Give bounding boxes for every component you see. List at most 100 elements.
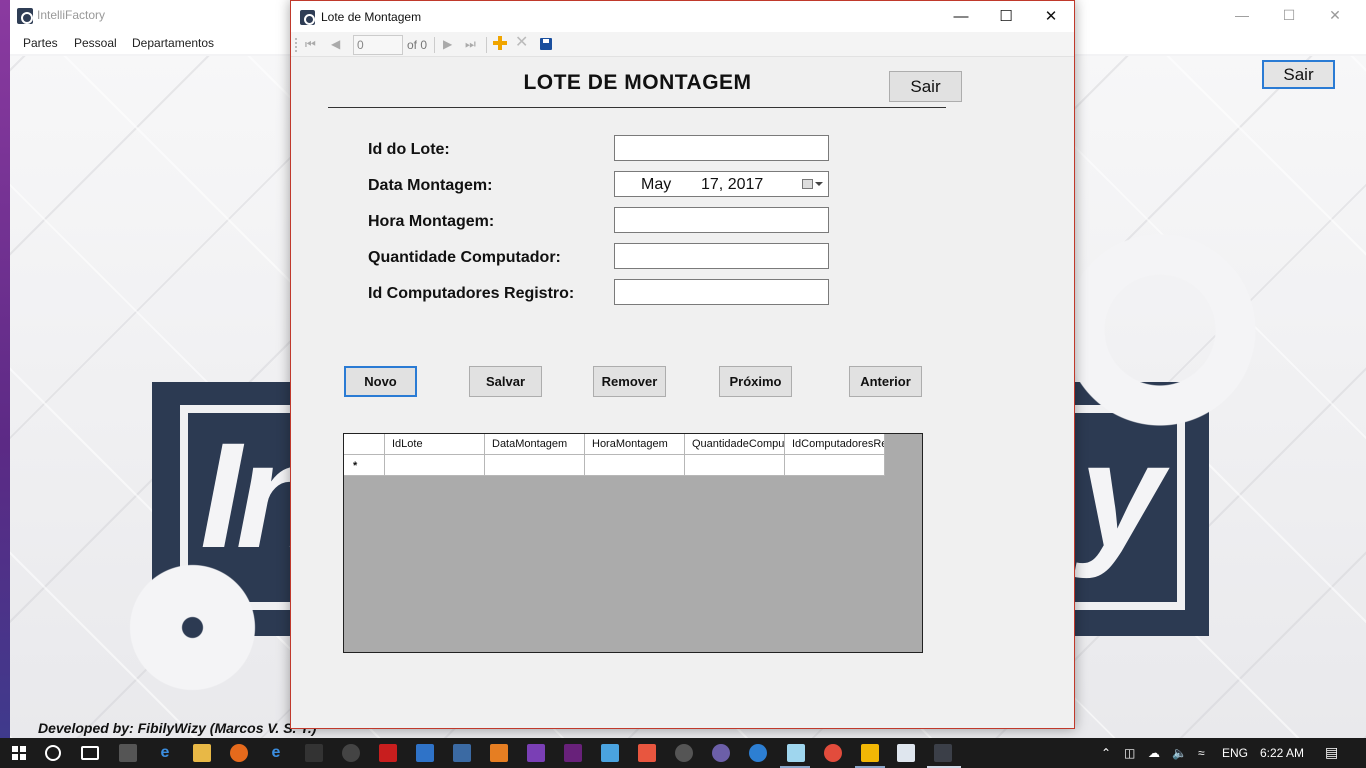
separator xyxy=(434,37,435,53)
new-row-cell[interactable] xyxy=(385,455,485,476)
internet-explorer-icon[interactable]: e xyxy=(267,744,285,762)
document-icon[interactable] xyxy=(897,744,915,762)
position-input[interactable] xyxy=(353,35,403,55)
minimize-icon[interactable]: — xyxy=(1219,0,1265,32)
new-row-cell[interactable] xyxy=(785,455,885,476)
id-computadores-registro-input[interactable] xyxy=(614,279,829,305)
column-header-idlote[interactable]: IdLote xyxy=(385,434,485,455)
date-month: May xyxy=(641,176,672,193)
vscode-icon[interactable] xyxy=(416,744,434,762)
quantidade-computador-input[interactable] xyxy=(614,243,829,269)
menu-pessoal[interactable]: Pessoal xyxy=(74,36,117,50)
new-row-cell[interactable] xyxy=(585,455,685,476)
record-count: of 0 xyxy=(407,38,428,52)
grid-corner-header xyxy=(344,434,385,455)
visual-studio-icon[interactable] xyxy=(527,744,545,762)
id-lote-input[interactable] xyxy=(614,135,829,161)
notepad-icon[interactable] xyxy=(787,744,805,762)
battery-icon[interactable]: ◫ xyxy=(1124,746,1135,760)
data-grid[interactable]: IdLote DataMontagem HoraMontagem Quantid… xyxy=(343,433,923,653)
column-header-quantidade[interactable]: QuantidadeComput xyxy=(685,434,785,455)
lote-dialog: Lote de Montagem — ☐ ✕ ⏮ ◀ of 0 ▶ ⏭ ✕ LO… xyxy=(290,0,1075,729)
salvar-button[interactable]: Salvar xyxy=(469,366,542,397)
hora-montagem-input[interactable] xyxy=(614,207,829,233)
calendar-icon[interactable] xyxy=(802,179,813,189)
app-icon-unity[interactable] xyxy=(305,744,323,762)
column-header-horamontagem[interactable]: HoraMontagem xyxy=(585,434,685,455)
separator xyxy=(486,37,487,53)
wifi-icon[interactable]: ≈ xyxy=(1198,746,1205,760)
app-icon-box[interactable] xyxy=(490,744,508,762)
hora-montagem-label: Hora Montagem: xyxy=(368,213,495,230)
quantidade-computador-label: Quantidade Computador: xyxy=(368,249,561,266)
binding-navigator: ⏮ ◀ of 0 ▶ ⏭ ✕ xyxy=(291,32,1074,57)
move-first-icon[interactable]: ⏮ xyxy=(305,37,316,52)
edge-icon[interactable]: e xyxy=(156,744,174,762)
dialog-titlebar: Lote de Montagem — ☐ ✕ xyxy=(291,1,1074,32)
windows-start-icon[interactable] xyxy=(12,746,26,760)
close-icon[interactable]: ✕ xyxy=(1312,0,1358,32)
logo-letters-right: y xyxy=(1080,411,1164,579)
toolbar-grip[interactable] xyxy=(295,38,297,52)
taskbar: e e ⌃ ◫ ☁ 🔈 ≈ ENG 6:22 AM ▤ xyxy=(0,738,1366,768)
dialog-minimize-icon[interactable]: — xyxy=(938,1,984,32)
id-lote-label: Id do Lote: xyxy=(368,141,450,158)
anterior-button[interactable]: Anterior xyxy=(849,366,922,397)
dialog-app-icon xyxy=(300,10,315,25)
new-row-header[interactable]: * xyxy=(344,455,385,476)
move-previous-icon[interactable]: ◀ xyxy=(331,37,340,51)
menu-departamentos[interactable]: Departamentos xyxy=(132,36,214,50)
app-icon xyxy=(17,8,33,24)
proximo-button[interactable]: Próximo xyxy=(719,366,792,397)
app-icon-red[interactable] xyxy=(638,744,656,762)
new-row-cell[interactable] xyxy=(685,455,785,476)
maximize-icon[interactable]: ☐ xyxy=(1266,0,1312,32)
app-icon-cube[interactable] xyxy=(601,744,619,762)
new-row-cell[interactable] xyxy=(485,455,585,476)
delete-icon[interactable]: ✕ xyxy=(515,35,528,51)
chevron-down-icon[interactable] xyxy=(815,182,823,186)
save-icon[interactable] xyxy=(540,38,552,50)
app-icon-flame[interactable] xyxy=(824,744,842,762)
data-montagem-label: Data Montagem: xyxy=(368,177,493,194)
heading-divider xyxy=(328,107,946,108)
form-heading: LOTE DE MONTAGEM xyxy=(523,71,752,94)
volume-icon[interactable]: 🔈 xyxy=(1172,746,1187,760)
column-header-datamontagem[interactable]: DataMontagem xyxy=(485,434,585,455)
app-icon-owl[interactable] xyxy=(675,744,693,762)
app-icon-obs[interactable] xyxy=(712,744,730,762)
gear-large-icon xyxy=(1050,220,1270,440)
chevron-up-icon[interactable]: ⌃ xyxy=(1101,746,1111,760)
app-icon-database[interactable] xyxy=(453,744,471,762)
move-last-icon[interactable]: ⏭ xyxy=(465,37,476,52)
main-sair-button[interactable]: Sair xyxy=(1262,60,1335,89)
media-player-icon[interactable] xyxy=(861,744,879,762)
visual-studio-alt-icon[interactable] xyxy=(564,744,582,762)
menu-partes[interactable]: Partes xyxy=(23,36,58,50)
file-explorer-icon[interactable] xyxy=(193,744,211,762)
dialog-close-icon[interactable]: ✕ xyxy=(1028,1,1074,32)
data-montagem-picker[interactable]: May 17, 2017 xyxy=(614,171,829,197)
notifications-icon[interactable]: ▤ xyxy=(1325,744,1338,761)
column-header-idcomputadores[interactable]: IdComputadoresRe xyxy=(785,434,885,455)
add-new-icon[interactable] xyxy=(493,36,507,50)
cloud-icon[interactable]: ☁ xyxy=(1148,746,1160,760)
store-icon[interactable] xyxy=(119,744,137,762)
move-next-icon[interactable]: ▶ xyxy=(443,37,452,51)
intellifactory-taskbar-icon[interactable] xyxy=(934,744,952,762)
sair-button[interactable]: Sair xyxy=(889,71,962,102)
date-day-year: 17, 2017 xyxy=(701,176,764,193)
firefox-icon[interactable] xyxy=(230,744,248,762)
developer-credit: Developed by: FibilyWizy (Marcos V. S. T… xyxy=(38,720,317,736)
dialog-maximize-icon[interactable]: ☐ xyxy=(983,1,1029,32)
remover-button[interactable]: Remover xyxy=(593,366,666,397)
language-indicator[interactable]: ENG xyxy=(1222,746,1248,760)
novo-button[interactable]: Novo xyxy=(344,366,417,397)
gear-small-icon xyxy=(120,555,265,700)
acrobat-icon[interactable] xyxy=(379,744,397,762)
search-icon[interactable] xyxy=(45,745,61,761)
clock[interactable]: 6:22 AM xyxy=(1260,746,1304,760)
app-icon-blue[interactable] xyxy=(749,744,767,762)
app-icon-steam[interactable] xyxy=(342,744,360,762)
task-view-icon[interactable] xyxy=(81,746,99,760)
